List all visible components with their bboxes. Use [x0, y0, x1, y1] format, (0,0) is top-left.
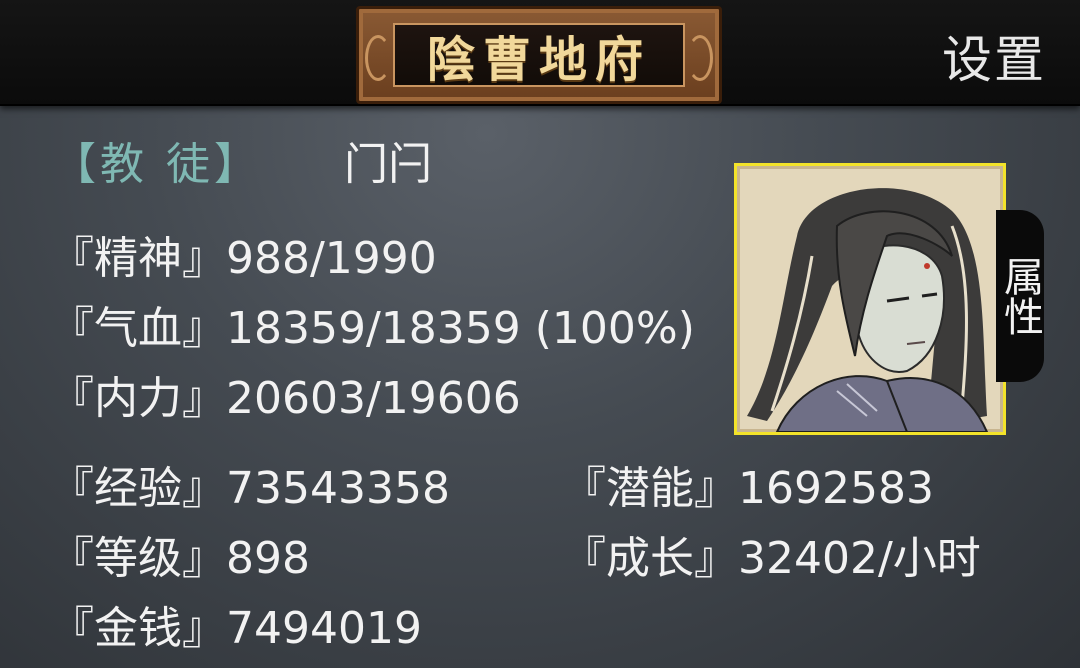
stat-growth-label: 『成长』 — [562, 533, 738, 584]
stat-potential: 『潜能』1692583 — [562, 452, 934, 516]
character-portrait[interactable] — [734, 163, 1006, 435]
attributes-tab[interactable]: 属性 — [996, 210, 1044, 382]
stat-exp: 『经验』73543358 — [50, 452, 450, 516]
title-panel: 陰曹地府 — [393, 23, 685, 88]
stat-hp: 『气血』18359/18359 (100%) — [50, 292, 695, 356]
stat-mp-label: 『内力』 — [50, 373, 226, 424]
stat-growth: 『成长』32402/小时 — [562, 522, 981, 586]
stat-spirit-label: 『精神』 — [50, 233, 226, 284]
stat-mp-value: 20603/19606 — [226, 373, 521, 424]
scroll-ornament-right-icon — [687, 35, 713, 81]
top-bar: 陰曹地府 设置 — [0, 0, 1080, 106]
portrait-illustration — [737, 166, 1003, 432]
page-title: 陰曹地府 — [426, 32, 651, 88]
stat-potential-label: 『潜能』 — [562, 463, 738, 514]
stat-potential-value: 1692583 — [738, 463, 934, 514]
stat-exp-label: 『经验』 — [50, 463, 226, 514]
stat-spirit: 『精神』988/1990 — [50, 222, 437, 286]
stat-level: 『等级』898 — [50, 522, 310, 586]
stat-growth-value: 32402/小时 — [738, 533, 981, 584]
character-name: 门闩 — [344, 139, 432, 190]
scroll-ornament-left-icon — [365, 35, 391, 81]
stat-level-label: 『等级』 — [50, 533, 226, 584]
stat-hp-label: 『气血』 — [50, 303, 226, 354]
stat-hp-value: 18359/18359 (100%) — [226, 303, 695, 354]
stat-mp: 『内力』20603/19606 — [50, 362, 521, 426]
stat-money-label: 『金钱』 — [50, 603, 226, 654]
stat-spirit-value: 988/1990 — [226, 233, 437, 284]
title-plaque: 陰曹地府 — [356, 6, 722, 104]
stat-level-value: 898 — [226, 533, 310, 584]
stat-money-value: 7494019 — [226, 603, 422, 654]
stat-exp-value: 73543358 — [226, 463, 450, 514]
role-tag: 【教 徒】 — [52, 139, 262, 190]
settings-button[interactable]: 设置 — [942, 20, 1046, 92]
stat-money: 『金钱』7494019 — [50, 592, 422, 656]
